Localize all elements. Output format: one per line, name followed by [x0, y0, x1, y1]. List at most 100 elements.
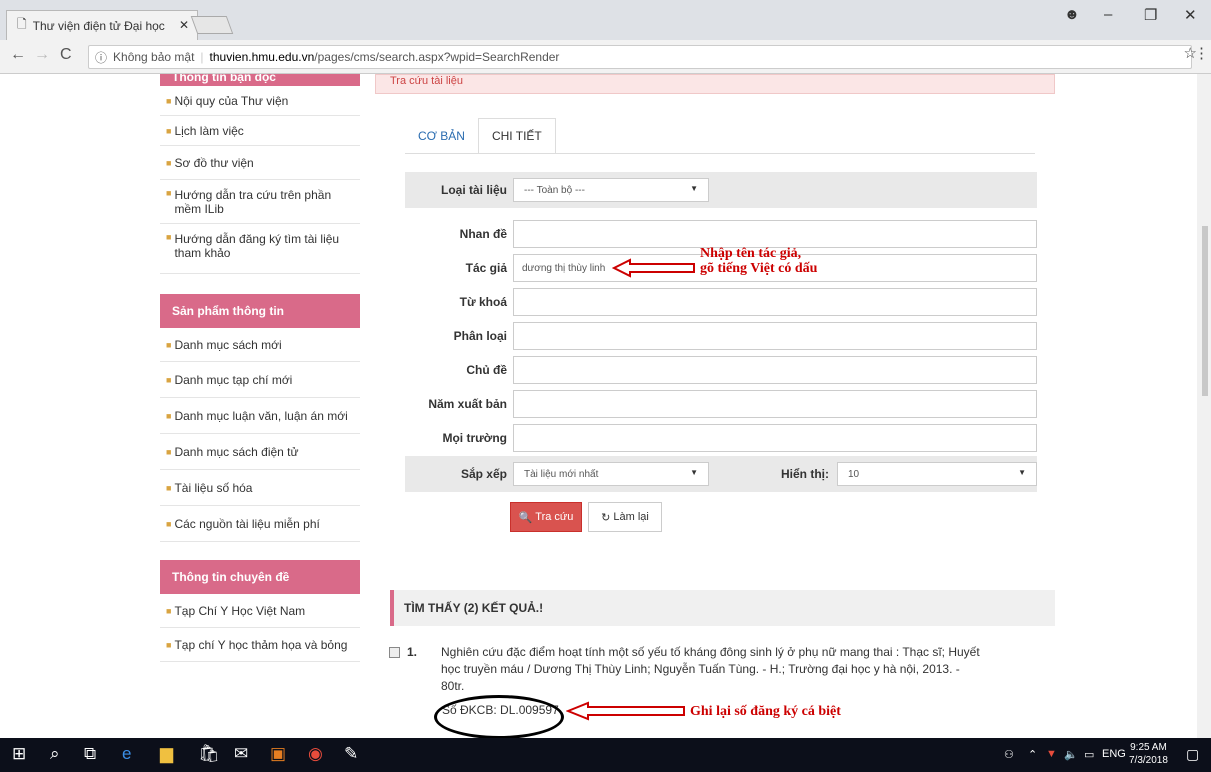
year-input[interactable] [513, 390, 1037, 418]
sidebar-item[interactable]: ■ Danh mục sách mới [160, 328, 360, 362]
author-annotation: Nhập tên tác giả, gõ tiếng Việt có dấu [700, 246, 818, 276]
sidebar-item[interactable]: ■ Sơ đồ thư viện [160, 146, 360, 180]
address-bar-row: ← → C ⓘ Không bảo mật | thuvien.hmu.edu.… [0, 40, 1211, 74]
title-label: Nhan đề [459, 227, 507, 241]
store-icon[interactable]: 🛍 [198, 744, 220, 764]
sidebar-item[interactable]: ■ Lịch làm việc [160, 116, 360, 146]
sidebar-item[interactable]: ■ Tài liệu số hóa [160, 470, 360, 506]
sort-label: Sắp xếp [460, 467, 507, 481]
doc-type-row: Loại tài liệu --- Toàn bộ --- ▼ [405, 172, 1037, 208]
subject-row: Chủ đề [405, 354, 1037, 386]
sort-select[interactable]: Tài liệu mới nhất ▼ [513, 462, 709, 486]
tab-divider [405, 153, 1035, 154]
page-content: Thông tin bạn đọc ■ Nội quy của Thư viện … [0, 74, 1211, 738]
browser-tab[interactable]: 🗋 Thư viện điện tử Đại học ✕ [6, 10, 198, 40]
forward-icon[interactable]: → [34, 46, 50, 64]
sidebar: Thông tin bạn đọc ■ Nội quy của Thư viện … [160, 74, 360, 662]
clock[interactable]: 9:25 AM 7/3/2018 [1129, 741, 1168, 767]
info-icon: ⓘ [95, 50, 108, 65]
class-input[interactable] [513, 322, 1037, 350]
search-panel-header: Tra cứu tài liệu [375, 74, 1055, 94]
caret-down-icon: ▼ [690, 184, 698, 193]
annotation-arrow-dkcb [566, 701, 685, 721]
profile-icon[interactable]: ☻ [1064, 6, 1080, 23]
all-fields-row: Mọi trường [405, 422, 1037, 454]
close-tab-icon[interactable]: ✕ [179, 18, 189, 32]
subject-label: Chủ đề [466, 363, 507, 377]
reload-icon[interactable]: C [60, 46, 72, 64]
tab-basic[interactable]: CƠ BẢN [405, 118, 478, 154]
sidebar-section-products: Sản phẩm thông tin [160, 294, 360, 328]
browser-titlebar: 🗋 Thư viện điện tử Đại học ✕ ☻ – ❐ ✕ [0, 0, 1211, 40]
sidebar-section-topics: Thông tin chuyên đề [160, 560, 360, 594]
sidebar-item[interactable]: ■ Hướng dẫn đăng ký tìm tài liệu tham khả… [160, 224, 360, 274]
sidebar-item[interactable]: ■ Tạp Chí Y Học Việt Nam [160, 594, 360, 628]
minimize-icon[interactable]: – [1104, 6, 1112, 23]
sidebar-item[interactable]: ■ Hướng dẫn tra cứu trên phần mềm ILib [160, 180, 360, 224]
close-window-icon[interactable]: ✕ [1184, 6, 1197, 24]
class-row: Phân loại [405, 320, 1037, 352]
network-icon[interactable]: ▭ [1084, 748, 1094, 761]
result-citation[interactable]: Nghiên cứu đặc điểm hoạt tính một số yếu… [441, 644, 1021, 695]
tab-title: Thư viện điện tử Đại học [32, 18, 165, 33]
url-host: thuvien.hmu.edu.vn [209, 50, 315, 64]
search-button[interactable]: 🔍 Tra cứu [510, 502, 582, 532]
sidebar-item[interactable]: ■ Danh mục sách điện tử [160, 434, 360, 470]
mail-icon[interactable]: ✉ [234, 744, 248, 764]
year-label: Năm xuất bản [428, 397, 507, 411]
sidebar-item[interactable]: ■ Danh mục luận văn, luận án mới [160, 398, 360, 434]
doc-type-label: Loại tài liệu [440, 183, 507, 197]
sidebar-section-reader: Thông tin bạn đọc [160, 74, 360, 86]
scroll-thumb[interactable] [1202, 226, 1208, 396]
menu-icon[interactable]: ⋮ [1194, 44, 1209, 62]
keyword-input[interactable] [513, 288, 1037, 316]
search-icon[interactable]: ⌕ [50, 744, 60, 764]
url-input[interactable]: ⓘ Không bảo mật | thuvien.hmu.edu.vn/pag… [88, 45, 1192, 69]
keyword-row: Từ khoá [405, 286, 1037, 318]
file-explorer-icon[interactable]: ▆ [160, 744, 173, 764]
author-label: Tác giả [465, 261, 507, 275]
page-scrollbar[interactable] [1197, 74, 1211, 738]
sidebar-item[interactable]: ■ Tạp chí Y học thảm họa và bỏng [160, 628, 360, 662]
doc-type-select[interactable]: --- Toàn bộ --- ▼ [513, 178, 709, 202]
search-icon: 🔍 [518, 511, 533, 524]
app-icon[interactable]: ✎ [344, 744, 358, 764]
windows-start-icon[interactable]: ⊞ [12, 744, 26, 764]
class-label: Phân loại [453, 329, 507, 343]
subject-input[interactable] [513, 356, 1037, 384]
dkcb-annotation: Ghi lại số đăng ký cá biệt [690, 704, 841, 719]
tab-detail[interactable]: CHI TIẾT [477, 118, 556, 154]
show-label: Hiển thị: [781, 467, 829, 481]
back-icon[interactable]: ← [10, 46, 26, 64]
all-fields-label: Mọi trường [442, 431, 507, 445]
caret-down-icon: ▼ [690, 468, 698, 477]
security-label: Không bảo mật [113, 50, 195, 64]
page-icon: 🗋 [17, 17, 27, 31]
antivirus-icon[interactable]: ▼ [1046, 748, 1057, 760]
dkcb-highlight-ellipse [434, 695, 564, 739]
restore-icon[interactable]: ❐ [1144, 6, 1157, 24]
result-checkbox[interactable] [389, 647, 400, 658]
sidebar-item[interactable]: ■ Các nguồn tài liệu miễn phí [160, 506, 360, 542]
taskbar: ⊞ ⌕ ⧉ e ▆ 🛍 ✉ ▣ ◉ ✎ ⚇ ⌃ ▼ 🔈 ▭ ENG 9:25 A… [0, 738, 1211, 772]
edge-icon[interactable]: e [122, 744, 131, 764]
notifications-icon[interactable]: ▢ [1186, 746, 1199, 763]
url-path: /pages/cms/search.aspx?wpid=SearchRender [314, 50, 560, 64]
tray-up-icon[interactable]: ⌃ [1028, 748, 1037, 761]
sidebar-item[interactable]: ■ Nội quy của Thư viện [160, 86, 360, 116]
title-input[interactable] [513, 220, 1037, 248]
page-size-select[interactable]: 10 ▼ [837, 462, 1037, 486]
chrome-icon[interactable]: ◉ [308, 744, 323, 764]
paint-icon[interactable]: ▣ [270, 744, 286, 764]
caret-down-icon: ▼ [1018, 468, 1026, 477]
sidebar-item[interactable]: ■ Danh mục tạp chí mới [160, 362, 360, 398]
all-fields-input[interactable] [513, 424, 1037, 452]
volume-icon[interactable]: 🔈 [1064, 748, 1078, 761]
people-icon[interactable]: ⚇ [1004, 748, 1014, 761]
sort-row: Sắp xếp Tài liệu mới nhất ▼ Hiển thị: 10 ▼ [405, 456, 1037, 492]
new-tab-button[interactable] [190, 16, 234, 34]
task-view-icon[interactable]: ⧉ [84, 744, 96, 764]
language-indicator[interactable]: ENG [1102, 748, 1126, 760]
refresh-icon: ↻ [601, 511, 611, 524]
reset-button[interactable]: ↻ Làm lại [588, 502, 662, 532]
